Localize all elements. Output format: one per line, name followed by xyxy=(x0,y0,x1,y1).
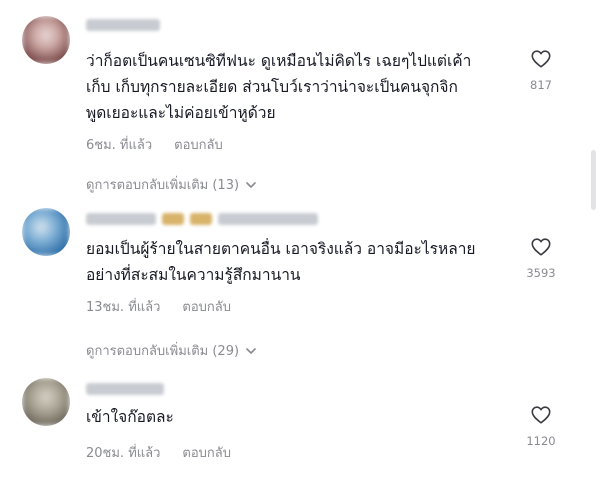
reply-button[interactable]: ตอบกลับ xyxy=(174,134,223,155)
avatar[interactable] xyxy=(22,378,70,426)
like-button[interactable]: 817 xyxy=(528,48,554,92)
comment-meta: 13ชม. ที่แล้ว ตอบกลับ xyxy=(86,296,231,317)
comment-meta: 20ชม. ที่แล้ว ตอบกลับ xyxy=(86,442,231,463)
scrollbar-thumb[interactable] xyxy=(591,150,596,210)
like-count: 1120 xyxy=(526,434,556,448)
like-count: 817 xyxy=(530,78,552,92)
chevron-down-icon xyxy=(246,347,256,354)
heart-icon xyxy=(531,50,551,68)
like-count: 3593 xyxy=(526,266,556,280)
username-blurred[interactable] xyxy=(86,382,164,396)
heart-icon xyxy=(531,238,551,256)
comment-time: 6ชม. ที่แล้ว xyxy=(86,138,153,153)
reply-button[interactable]: ตอบกลับ xyxy=(182,296,231,317)
comment-line: เก็บ เก็บทุกรายละเอียด ส่วนโบว์เราว่าน่า… xyxy=(86,78,458,96)
username-blurred[interactable] xyxy=(86,18,160,32)
comment-line: ยอมเป็นผู้ร้ายในสายตาคนอื่น เอาจริงแล้ว … xyxy=(86,240,476,258)
view-more-replies-button[interactable]: ดูการตอบกลับเพิ่มเติม (29) xyxy=(86,340,257,361)
view-more-replies-label: ดูการตอบกลับเพิ่มเติม (29) xyxy=(86,344,240,359)
username-blurred[interactable] xyxy=(86,212,318,226)
view-more-replies-button[interactable]: ดูการตอบกลับเพิ่มเติม (13) xyxy=(86,174,257,195)
comment-time: 20ชม. ที่แล้ว xyxy=(86,446,161,461)
like-button[interactable]: 1120 xyxy=(526,404,556,448)
avatar[interactable] xyxy=(22,208,70,256)
comment-text: เข้าใจก๊อตละ xyxy=(86,404,516,430)
comment-line: เข้าใจก๊อตละ xyxy=(86,408,174,426)
comment-meta: 6ชม. ที่แล้ว ตอบกลับ xyxy=(86,134,223,155)
comment-time: 13ชม. ที่แล้ว xyxy=(86,300,161,315)
chevron-down-icon xyxy=(246,181,256,188)
view-more-replies-label: ดูการตอบกลับเพิ่มเติม (13) xyxy=(86,178,240,193)
comment-line: อย่างที่สะสมในความรู้สึกมานาน xyxy=(86,266,301,284)
comment-text: ยอมเป็นผู้ร้ายในสายตาคนอื่น เอาจริงแล้ว … xyxy=(86,236,516,288)
avatar[interactable] xyxy=(22,16,70,64)
reply-button[interactable]: ตอบกลับ xyxy=(182,442,231,463)
heart-icon xyxy=(531,406,551,424)
comment-line: พูดเยอะและไม่ค่อยเข้าหูด้วย xyxy=(86,104,276,122)
like-button[interactable]: 3593 xyxy=(526,236,556,280)
comment-line: ว่าก็อตเป็นคนเซนซิทีฟนะ ดูเหมือนไม่คิดไร… xyxy=(86,52,472,70)
comment-text: ว่าก็อตเป็นคนเซนซิทีฟนะ ดูเหมือนไม่คิดไร… xyxy=(86,48,516,126)
